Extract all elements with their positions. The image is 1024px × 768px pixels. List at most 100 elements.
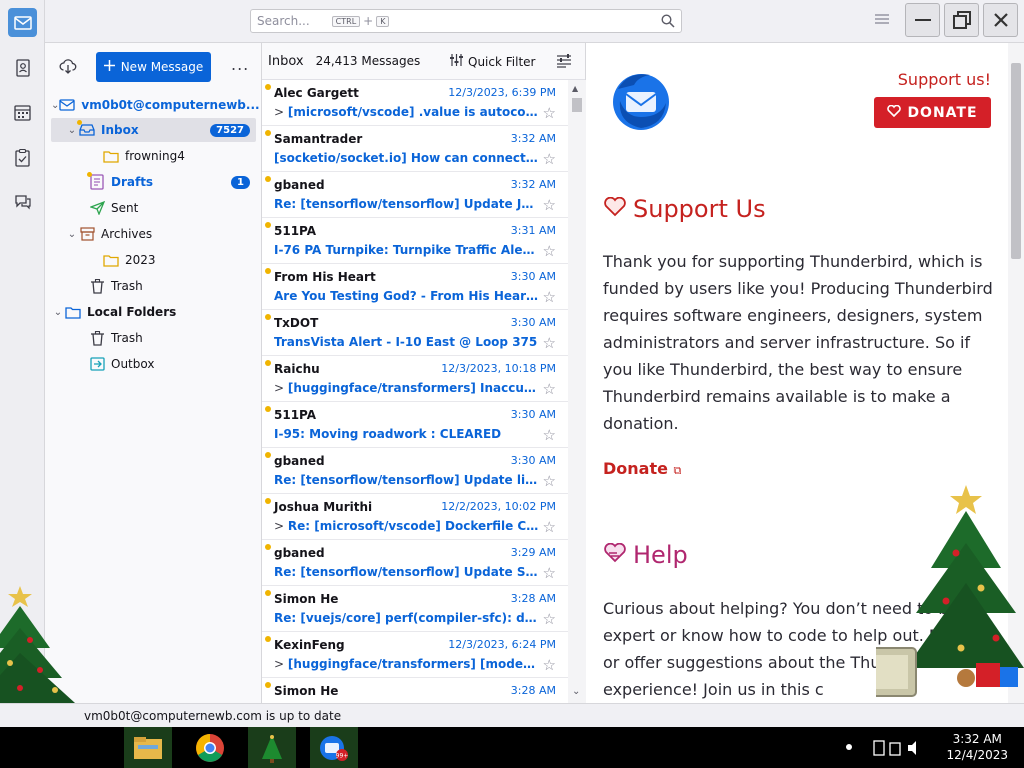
message-sender: gbaned bbox=[274, 178, 325, 192]
folder-sent[interactable]: Sent bbox=[51, 196, 256, 220]
tray-dot-icon[interactable] bbox=[846, 744, 852, 750]
folder-label: Sent bbox=[111, 201, 139, 215]
chat-icon[interactable] bbox=[8, 187, 37, 216]
folder-trash[interactable]: Trash bbox=[51, 274, 256, 298]
unread-indicator-icon bbox=[265, 176, 271, 182]
folder-label: Trash bbox=[111, 279, 143, 293]
archive-icon bbox=[79, 226, 95, 242]
message-row[interactable]: TxDOT 3:30 AM TransVista Alert - I-10 East… bbox=[262, 310, 568, 356]
chevron-down-icon[interactable]: ⌄ bbox=[51, 100, 59, 111]
star-icon[interactable]: ☆ bbox=[543, 242, 556, 260]
tray-icons[interactable] bbox=[872, 737, 922, 759]
new-message-button[interactable]: New Message bbox=[96, 52, 211, 82]
search-icon[interactable] bbox=[661, 14, 675, 31]
star-icon[interactable]: ☆ bbox=[543, 472, 556, 490]
message-sender: gbaned bbox=[274, 546, 325, 560]
folder-icon bbox=[103, 252, 119, 268]
thread-expand-icon[interactable]: > bbox=[274, 657, 288, 671]
file-explorer-icon[interactable] bbox=[124, 727, 172, 768]
message-row[interactable]: Simon He 3:28 AM bbox=[262, 678, 568, 703]
star-icon[interactable]: ☆ bbox=[543, 380, 556, 398]
message-row[interactable]: 511PA 3:30 AM I-95: Moving roadwork : CLEA… bbox=[262, 402, 568, 448]
message-row[interactable]: Alec Gargett 12/3/2023, 6:39 PM > [microso… bbox=[262, 80, 568, 126]
star-icon[interactable]: ☆ bbox=[543, 564, 556, 582]
folder-archives[interactable]: ⌄ Archives bbox=[51, 222, 256, 246]
drafts-icon bbox=[87, 172, 105, 190]
restore-button[interactable] bbox=[944, 3, 979, 37]
message-row[interactable]: Raichu 12/3/2023, 10:18 PM > [huggingface/… bbox=[262, 356, 568, 402]
message-row[interactable]: Samantrader 3:32 AM [socketio/socket.io] H… bbox=[262, 126, 568, 172]
thread-scrollbar[interactable]: ▲ ⌄ bbox=[568, 80, 586, 703]
star-icon[interactable]: ☆ bbox=[543, 150, 556, 168]
donate-link[interactable]: Donate ⧉ bbox=[603, 459, 681, 478]
message-date: 3:30 AM bbox=[510, 454, 556, 467]
unread-indicator-icon bbox=[265, 130, 271, 136]
message-row[interactable]: From His Heart 3:30 AM Are You Testing God… bbox=[262, 264, 568, 310]
chrome-icon[interactable] bbox=[186, 727, 234, 768]
thunderbird-taskbar-icon[interactable]: 99+ bbox=[310, 727, 358, 768]
account-name: vm0b0t@computernewb... bbox=[81, 98, 260, 112]
display-options-icon[interactable] bbox=[557, 54, 571, 71]
message-row[interactable]: Joshua Murithi 12/2/2023, 10:02 PM > Re: [… bbox=[262, 494, 568, 540]
search-input[interactable]: Search... CTRL + K bbox=[250, 9, 682, 33]
star-icon[interactable]: ☆ bbox=[543, 104, 556, 122]
message-row[interactable]: gbaned 3:30 AM Re: [tensorflow/tensorflow]… bbox=[262, 448, 568, 494]
chevron-down-icon[interactable]: ⌄ bbox=[51, 307, 65, 318]
trash-icon bbox=[89, 330, 105, 346]
app-menu-icon[interactable] bbox=[875, 13, 889, 28]
thread-expand-icon[interactable]: > bbox=[274, 105, 288, 119]
message-row[interactable]: gbaned 3:32 AM Re: [tensorflow/tensorflow]… bbox=[262, 172, 568, 218]
chevron-down-icon[interactable]: ⌄ bbox=[65, 125, 79, 136]
folder-pane-more-button[interactable]: ... bbox=[231, 55, 249, 74]
star-icon[interactable]: ☆ bbox=[543, 426, 556, 444]
message-count: 24,413 Messages bbox=[315, 54, 421, 68]
tasks-icon[interactable] bbox=[8, 143, 37, 172]
quick-filter-button[interactable]: Quick Filter bbox=[450, 54, 535, 69]
address-book-icon[interactable] bbox=[8, 53, 37, 82]
star-icon[interactable]: ☆ bbox=[543, 288, 556, 306]
message-date: 12/3/2023, 6:39 PM bbox=[448, 86, 556, 99]
christmas-tree-app-icon[interactable] bbox=[248, 727, 296, 768]
mail-space-icon[interactable] bbox=[8, 8, 37, 37]
scroll-up-icon[interactable]: ▲ bbox=[572, 84, 578, 93]
message-subject-text: Re: [microsoft/vscode] Dockerfile CO... bbox=[287, 519, 539, 533]
folder-local-trash[interactable]: Trash bbox=[51, 326, 256, 350]
folder-2023[interactable]: 2023 bbox=[51, 248, 256, 272]
local-folders-row[interactable]: ⌄ Local Folders bbox=[51, 300, 256, 324]
christmas-tree-left-icon bbox=[0, 586, 75, 703]
scrollbar-thumb[interactable] bbox=[1011, 63, 1021, 259]
star-icon[interactable]: ☆ bbox=[543, 518, 556, 536]
message-row[interactable]: 511PA 3:31 AM I-76 PA Turnpike: Turnpike T… bbox=[262, 218, 568, 264]
folder-outbox[interactable]: Outbox bbox=[51, 352, 256, 376]
message-subject: > [huggingface/transformers] Inaccurat..… bbox=[274, 381, 539, 395]
donate-button[interactable]: DONATE bbox=[874, 97, 991, 128]
message-row[interactable]: KexinFeng 12/3/2023, 6:24 PM > [huggingfac… bbox=[262, 632, 568, 678]
folder-pane-header: New Message ... bbox=[45, 43, 261, 91]
calendar-icon[interactable] bbox=[8, 98, 37, 127]
unread-indicator-icon bbox=[265, 590, 271, 596]
message-subject-text: [huggingface/transformers] Inaccurat... bbox=[287, 381, 539, 395]
scrollbar-thumb[interactable] bbox=[572, 98, 582, 112]
status-bar: vm0b0t@computernewb.com is up to date bbox=[0, 703, 1024, 727]
thread-expand-icon[interactable]: > bbox=[274, 519, 288, 533]
support-us-link[interactable]: Support us! bbox=[898, 70, 991, 89]
support-paragraph: Thank you for supporting Thunderbird, wh… bbox=[603, 252, 993, 433]
star-icon[interactable]: ☆ bbox=[543, 610, 556, 628]
folder-drafts[interactable]: Drafts 1 bbox=[51, 170, 256, 194]
scroll-down-icon[interactable]: ⌄ bbox=[572, 686, 580, 697]
message-date: 3:28 AM bbox=[510, 684, 556, 697]
folder-frowning4[interactable]: frowning4 bbox=[51, 144, 256, 168]
close-button[interactable] bbox=[983, 3, 1018, 37]
thread-expand-icon[interactable]: > bbox=[274, 381, 288, 395]
chevron-down-icon[interactable]: ⌄ bbox=[65, 229, 79, 240]
star-icon[interactable]: ☆ bbox=[543, 334, 556, 352]
message-row[interactable]: gbaned 3:29 AM Re: [tensorflow/tensorflow]… bbox=[262, 540, 568, 586]
folder-inbox[interactable]: ⌄ Inbox 7527 bbox=[51, 118, 256, 142]
account-row[interactable]: ⌄ vm0b0t@computernewb... bbox=[51, 93, 260, 117]
clock[interactable]: 3:32 AM 12/4/2023 bbox=[946, 731, 1008, 763]
star-icon[interactable]: ☆ bbox=[543, 656, 556, 674]
get-messages-icon[interactable] bbox=[59, 57, 77, 78]
message-row[interactable]: Simon He 3:28 AM Re: [vuejs/core] perf(com… bbox=[262, 586, 568, 632]
star-icon[interactable]: ☆ bbox=[543, 196, 556, 214]
minimize-button[interactable] bbox=[905, 3, 940, 37]
